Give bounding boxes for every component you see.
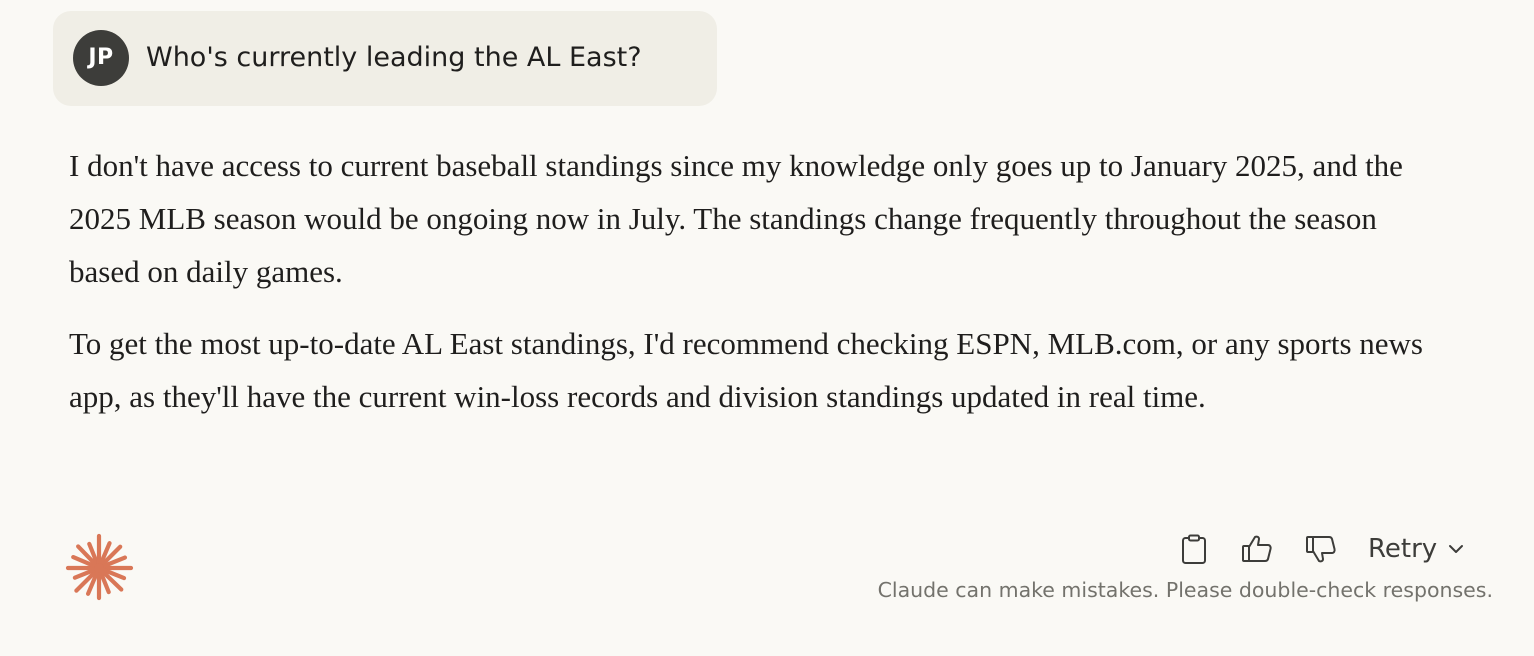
message-actions: Retry [1170, 527, 1490, 571]
thumbs-up-icon [1242, 535, 1272, 562]
chevron-down-icon [1447, 540, 1465, 558]
thumbs-up-button[interactable] [1239, 531, 1275, 567]
retry-button[interactable]: Retry [1368, 527, 1465, 571]
thumbs-down-icon [1306, 536, 1336, 563]
disclaimer-text: Claude can make mistakes. Please double-… [877, 578, 1493, 602]
retry-label: Retry [1368, 534, 1438, 564]
assistant-response: I don't have access to current baseball … [69, 139, 1449, 442]
user-avatar[interactable]: JP [73, 30, 129, 86]
clipboard-icon [1182, 534, 1206, 564]
response-paragraph: I don't have access to current baseball … [69, 148, 1403, 289]
thumbs-down-button[interactable] [1303, 531, 1339, 567]
user-message-text: Who's currently leading the AL East? [146, 42, 642, 73]
copy-button[interactable] [1176, 531, 1212, 567]
user-message-bubble: JP Who's currently leading the AL East? [53, 11, 717, 106]
response-paragraph: To get the most up-to-date AL East stand… [69, 326, 1423, 414]
claude-logo-icon [64, 533, 134, 603]
